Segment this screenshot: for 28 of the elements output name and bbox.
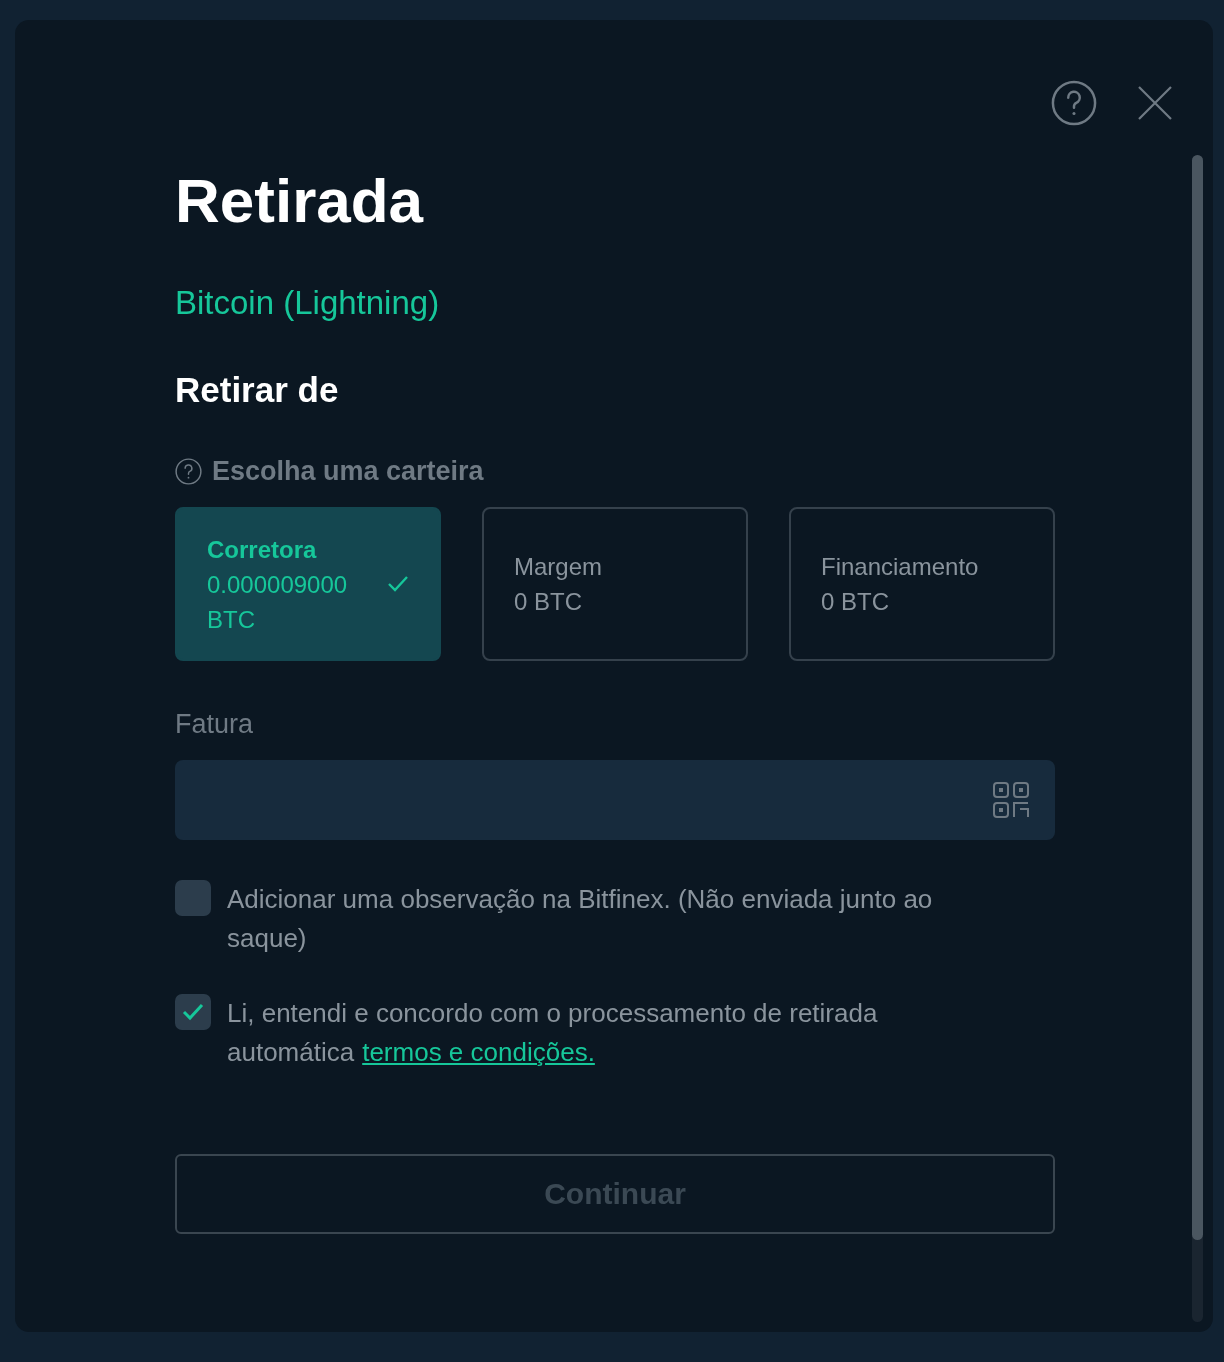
wallet-card[interactable]: Corretora 0.000009000 BTC — [175, 507, 441, 661]
qr-code-icon[interactable] — [993, 782, 1029, 818]
wallet-card[interactable]: Financiamento 0 BTC — [789, 507, 1055, 661]
wallet-balance: 0.000009000 BTC — [207, 569, 349, 635]
asset-name: Bitcoin (Lightning) — [175, 284, 441, 322]
dialog-title: Retirada — [175, 170, 425, 232]
wallet-prompt: Escolha uma carteira — [212, 456, 484, 487]
help-icon — [1051, 80, 1097, 126]
terms-link[interactable]: termos e condições. — [362, 1037, 595, 1067]
close-icon — [1137, 85, 1173, 121]
wallet-balance: 0 BTC — [821, 587, 890, 617]
checkbox[interactable] — [175, 880, 211, 916]
invoice-field[interactable] — [175, 760, 1055, 840]
check-icon — [387, 575, 409, 593]
section-title: Retirar de — [175, 370, 340, 410]
wallet-balance: 0 BTC — [514, 587, 583, 617]
wallet-name: Financiamento — [821, 552, 980, 582]
checkbox-label: Adicionar uma observação na Bitfinex. (Não enviada junto ao saque) — [227, 883, 934, 955]
wallet-card[interactable]: Margem 0 BTC — [482, 507, 748, 661]
field-label: Fatura — [175, 709, 255, 740]
checkbox-label: Li, entendi e concordo com o processamento de retirada automática termos e condições. — [227, 997, 879, 1069]
help-button[interactable] — [1051, 80, 1097, 126]
help-icon[interactable] — [175, 458, 202, 485]
checkbox[interactable] — [175, 994, 211, 1030]
wallet-name: Margem — [514, 552, 604, 582]
wallet-name: Corretora — [207, 534, 318, 565]
check-icon — [182, 1003, 204, 1021]
close-button[interactable] — [1137, 85, 1173, 121]
